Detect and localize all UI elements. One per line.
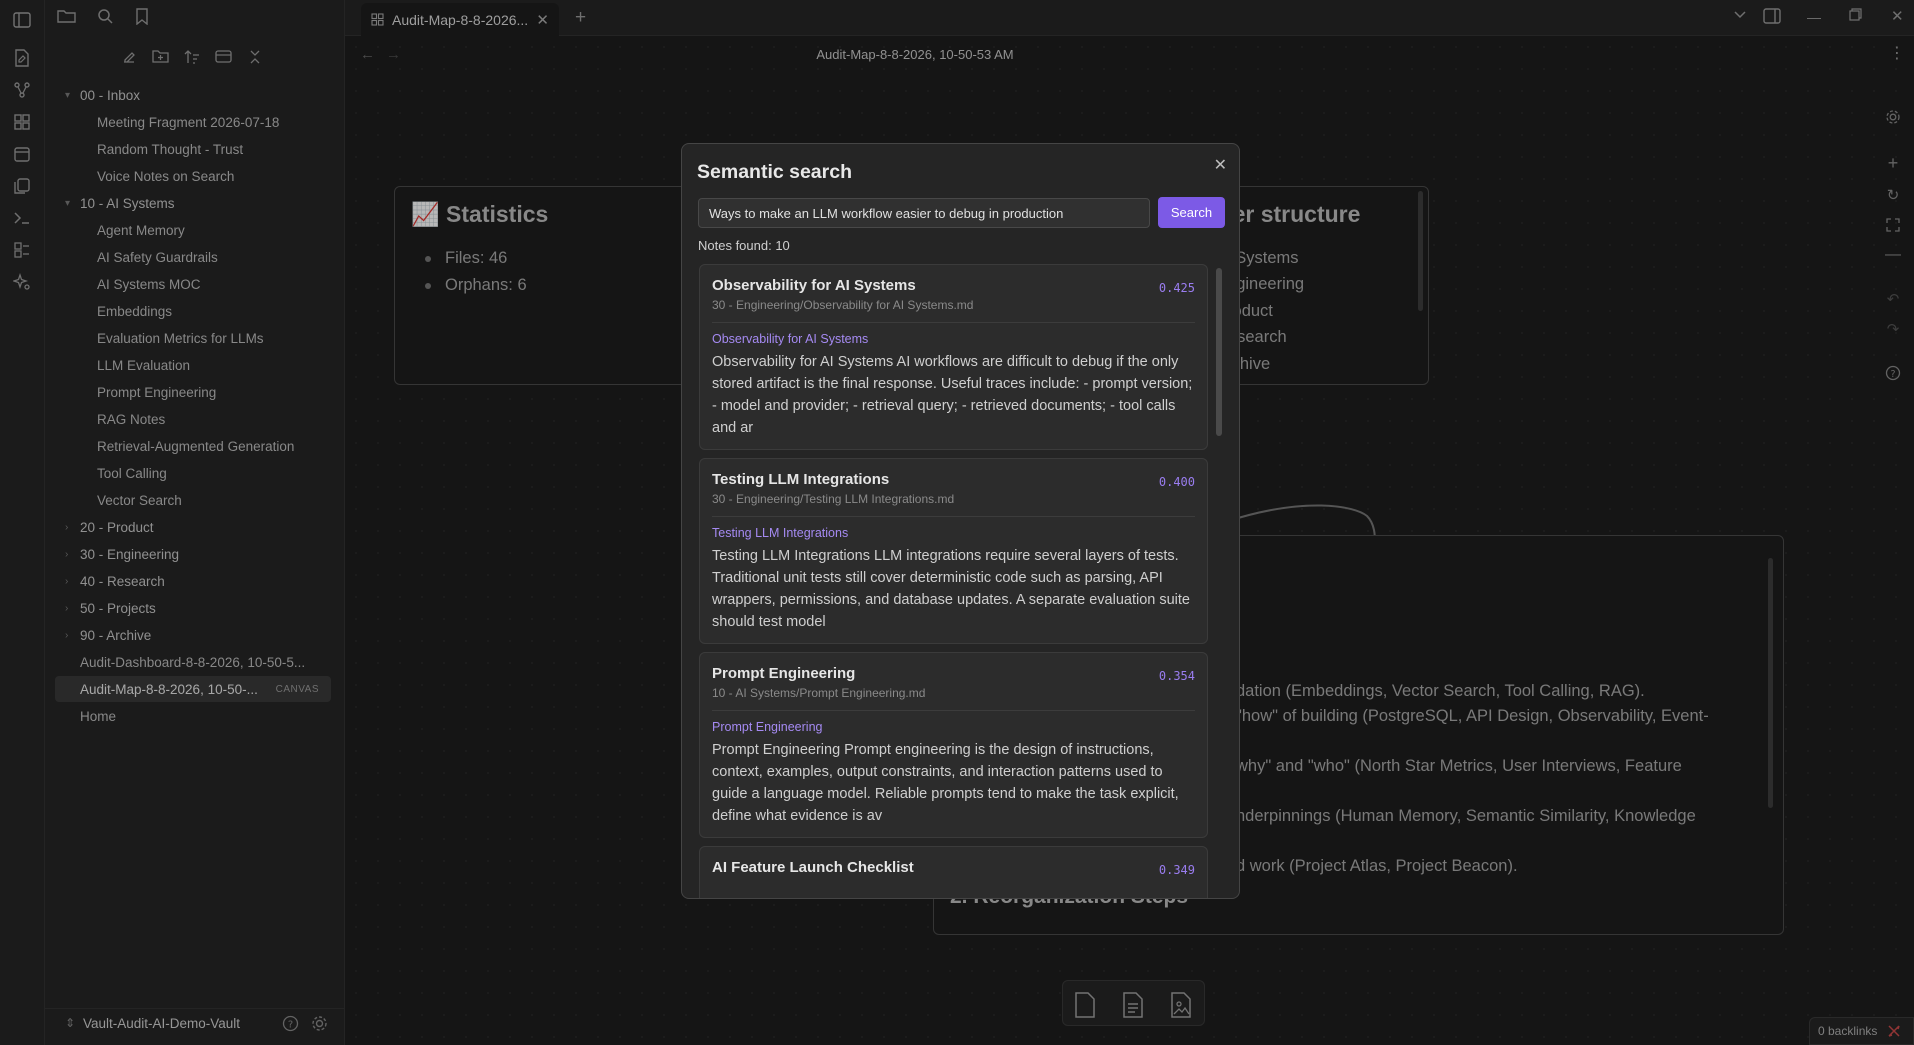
result-score: 0.400 bbox=[1158, 475, 1195, 489]
semantic-search-modal: Semantic search ✕ Ways to make an LLM wo… bbox=[681, 143, 1240, 899]
result-score: 0.425 bbox=[1158, 281, 1195, 295]
result-title: Observability for AI Systems bbox=[712, 277, 916, 294]
result-excerpt: Observability for AI Systems AI workflow… bbox=[712, 354, 1193, 436]
search-result[interactable]: Testing LLM Integrations 0.400 30 - Engi… bbox=[699, 458, 1208, 644]
result-title: Prompt Engineering bbox=[712, 665, 856, 682]
search-input[interactable]: Ways to make an LLM workflow easier to d… bbox=[698, 198, 1150, 228]
close-modal-icon[interactable]: ✕ bbox=[1214, 155, 1227, 175]
result-excerpt: Prompt Engineering Prompt engineering is… bbox=[712, 742, 1179, 824]
notes-found-count: Notes found: 10 bbox=[698, 238, 790, 253]
result-heading: Observability for AI Systems bbox=[712, 332, 869, 346]
result-score: 0.349 bbox=[1158, 863, 1195, 877]
result-title: Testing LLM Integrations bbox=[712, 471, 890, 488]
result-path: 10 - AI Systems/Prompt Engineering.md bbox=[712, 686, 1195, 711]
search-result[interactable]: Observability for AI Systems 0.425 30 - … bbox=[699, 264, 1208, 450]
search-button[interactable]: Search bbox=[1158, 197, 1225, 228]
result-heading: Testing LLM Integrations bbox=[712, 526, 849, 540]
modal-title: Semantic search bbox=[697, 161, 853, 183]
result-title: AI Feature Launch Checklist bbox=[712, 859, 914, 876]
result-path: 30 - Engineering/Observability for AI Sy… bbox=[712, 298, 1195, 323]
result-path: 30 - Engineering/Testing LLM Integration… bbox=[712, 492, 1195, 517]
result-excerpt: Testing LLM Integrations LLM integration… bbox=[712, 548, 1190, 630]
search-result[interactable]: Prompt Engineering 0.354 10 - AI Systems… bbox=[699, 652, 1208, 838]
result-heading: Prompt Engineering bbox=[712, 720, 823, 734]
results-scrollbar[interactable] bbox=[1216, 268, 1222, 436]
search-result[interactable]: AI Feature Launch Checklist 0.349 bbox=[699, 846, 1208, 898]
results-list[interactable]: Observability for AI Systems 0.425 30 - … bbox=[682, 264, 1239, 898]
result-score: 0.354 bbox=[1158, 669, 1195, 683]
